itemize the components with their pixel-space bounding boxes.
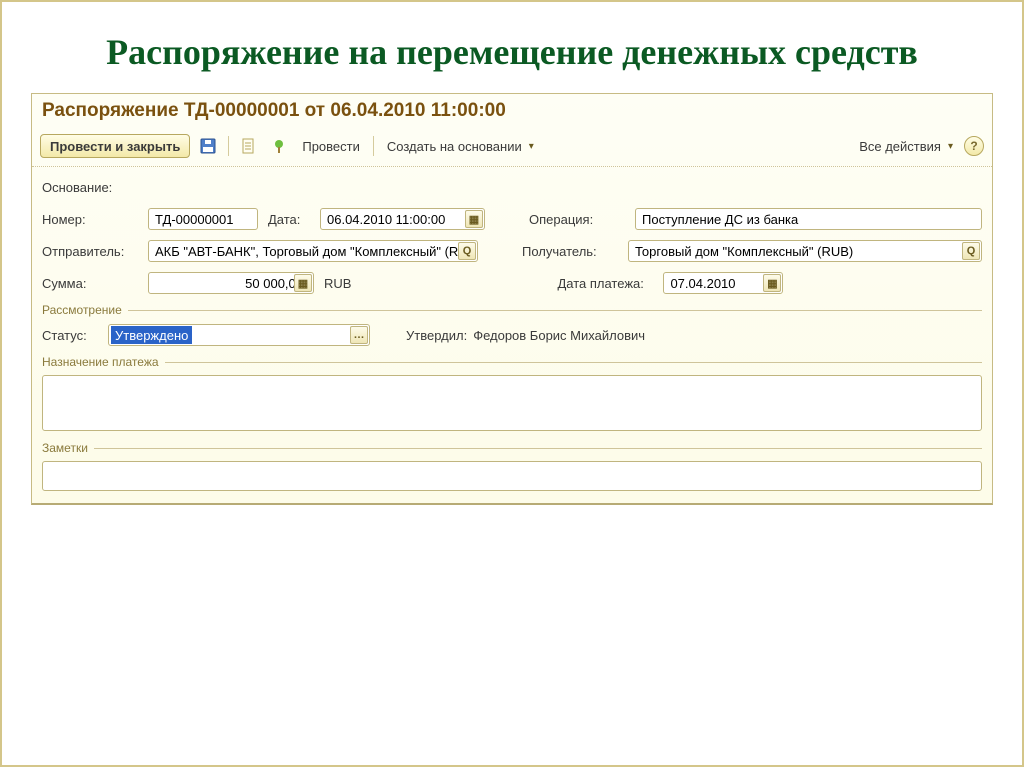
payment-date-label: Дата платежа: <box>557 276 653 291</box>
create-on-basis-label: Создать на основании <box>387 139 522 154</box>
all-actions-label: Все действия <box>859 139 941 154</box>
slide-frame: Распоряжение на перемещение денежных сре… <box>0 0 1024 767</box>
approved-by-value: Федоров Борис Михайлович <box>473 328 645 343</box>
payment-date-field[interactable]: ▦ <box>663 272 783 294</box>
lookup-icon[interactable]: Q <box>458 242 476 260</box>
sender-input[interactable] <box>153 241 473 261</box>
section-line <box>165 362 982 363</box>
section-review-label: Рассмотрение <box>42 303 122 317</box>
status-label: Статус: <box>42 328 98 343</box>
section-purpose: Назначение платежа <box>42 355 982 369</box>
operation-label: Операция: <box>529 212 625 227</box>
calculator-icon[interactable]: ▦ <box>294 274 312 292</box>
toolbar-separator <box>228 136 229 156</box>
date-label: Дата: <box>268 212 310 227</box>
date-field[interactable]: ▦ <box>320 208 485 230</box>
help-button[interactable]: ? <box>964 136 984 156</box>
operation-input[interactable] <box>640 209 977 229</box>
currency-label: RUB <box>324 276 351 291</box>
section-notes-label: Заметки <box>42 441 88 455</box>
section-purpose-label: Назначение платежа <box>42 355 159 369</box>
amount-input[interactable] <box>153 273 309 293</box>
toolbar: Провести и закрыть Провести Создать на о… <box>32 130 992 167</box>
status-value: Утверждено <box>111 326 192 344</box>
ellipsis-icon[interactable]: … <box>350 326 368 344</box>
payment-date-input[interactable] <box>668 273 778 293</box>
document-title: Распоряжение ТД-00000001 от 06.04.2010 1… <box>32 94 992 130</box>
sender-field[interactable]: Q <box>148 240 478 262</box>
app-window: Распоряжение ТД-00000001 от 06.04.2010 1… <box>31 93 993 505</box>
all-actions-button[interactable]: Все действия <box>854 134 958 158</box>
submit-close-label: Провести и закрыть <box>50 139 180 154</box>
status-field[interactable]: Утверждено … <box>108 324 370 346</box>
save-icon[interactable] <box>196 134 220 158</box>
sender-label: Отправитель: <box>42 244 138 259</box>
document-icon[interactable] <box>237 134 261 158</box>
amount-label: Сумма: <box>42 276 138 291</box>
submit-icon[interactable] <box>267 134 291 158</box>
section-notes: Заметки <box>42 441 982 455</box>
lookup-icon[interactable]: Q <box>962 242 980 260</box>
amount-field[interactable]: ▦ <box>148 272 314 294</box>
form-area: Основание: Номер: Дата: ▦ Операция: <box>32 167 992 503</box>
submit-button[interactable]: Провести <box>297 134 365 158</box>
create-on-basis-button[interactable]: Создать на основании <box>382 134 539 158</box>
approved-by-label: Утвердил: <box>406 328 467 343</box>
recipient-label: Получатель: <box>522 244 618 259</box>
slide-title: Распоряжение на перемещение денежных сре… <box>30 30 994 75</box>
submit-label: Провести <box>302 139 360 154</box>
date-input[interactable] <box>325 209 480 229</box>
purpose-textarea[interactable] <box>42 375 982 431</box>
section-line <box>94 448 982 449</box>
section-line <box>128 310 982 311</box>
number-input[interactable] <box>153 209 253 229</box>
calendar-icon[interactable]: ▦ <box>763 274 781 292</box>
submit-close-button[interactable]: Провести и закрыть <box>40 134 190 158</box>
help-label: ? <box>970 139 977 153</box>
number-label: Номер: <box>42 212 138 227</box>
recipient-input[interactable] <box>633 241 977 261</box>
section-review: Рассмотрение <box>42 303 982 317</box>
calendar-icon[interactable]: ▦ <box>465 210 483 228</box>
recipient-field[interactable]: Q <box>628 240 982 262</box>
operation-field[interactable] <box>635 208 982 230</box>
toolbar-separator-2 <box>373 136 374 156</box>
number-field[interactable] <box>148 208 258 230</box>
notes-textarea[interactable] <box>42 461 982 491</box>
basis-label: Основание: <box>42 180 138 195</box>
